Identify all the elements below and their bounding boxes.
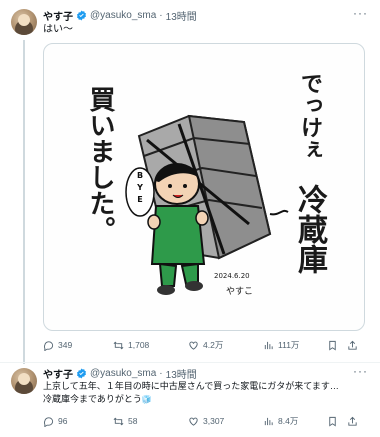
separator-dot: · [159,10,163,21]
bubble-letter-3: E [137,195,142,204]
tweet-text-line-2: 冷蔵庫今までありがとう🧊 [43,393,373,406]
view-count: 111万 [278,340,300,350]
repost-icon [113,417,124,425]
timestamp[interactable]: 13時間 [166,8,197,23]
tweet-text: 上京して五年、１年目の時に中古屋さんで買った家電にガタが来てます… 冷蔵庫今まで… [43,380,373,406]
bookmark-button[interactable] [327,416,338,427]
author-name[interactable]: やす子 [43,366,73,381]
verified-badge-icon [76,10,87,21]
timestamp[interactable]: 13時間 [166,366,197,381]
bubble-letter-2: Y [136,183,143,192]
reply-count: 349 [58,340,73,350]
signature-name: やすこ [226,287,254,297]
ice-emoji-icon: 🧊 [141,395,152,404]
caption-right-1: でっけぇ [297,72,322,160]
like-button[interactable]: 4.2万 [188,339,223,351]
bookmark-icon [329,340,336,350]
more-options-icon[interactable]: ··· [353,364,368,378]
more-options-icon[interactable]: ··· [353,6,368,20]
reply-icon [44,416,54,427]
tweet-image[interactable]: B Y E 買いました。 でっけぇ 冷蔵庫 2024.6.20 やすこ [43,43,365,331]
like-count: 4.2万 [203,340,224,350]
share-icon [348,340,357,350]
reply-count: 96 [58,416,68,426]
like-count: 3,307 [203,416,225,426]
tweet-text-line-1: 上京して五年、１年目の時に中古屋さんで買った家電にガタが来てます… [43,381,339,391]
share-button[interactable] [347,416,358,427]
person-drawing [147,163,209,295]
views-button[interactable]: 111万 [263,339,299,351]
reply-icon [44,340,54,351]
repost-button[interactable]: 1,708 [113,340,149,351]
thread-line [23,40,25,364]
reply-button[interactable]: 349 [43,340,72,351]
repost-button[interactable]: 58 [113,416,137,427]
signature-date: 2024.6.20 [214,272,250,280]
tweet-actions: 96 58 3,307 8.4万 [43,414,363,428]
author-handle[interactable]: @yasuko_sma [90,368,156,379]
heart-icon [189,341,198,350]
tweet-text-line-2-text: 冷蔵庫今までありがとう [43,394,142,404]
repost-icon [113,341,124,349]
views-button[interactable]: 8.4万 [263,415,298,427]
author-handle[interactable]: @yasuko_sma [90,10,156,21]
avatar[interactable] [11,9,37,35]
bookmark-button[interactable] [327,340,338,351]
like-button[interactable]: 3,307 [188,416,224,427]
view-count: 8.4万 [278,416,299,426]
tweet-header: やす子 @yasuko_sma · 13時間 [43,366,197,381]
repost-count: 1,708 [128,340,150,350]
views-icon [264,417,273,425]
heart-icon [189,417,198,426]
bubble-letter-1: B [137,171,143,180]
verified-badge-icon [76,368,87,379]
bookmark-icon [329,416,336,426]
caption-left: 買いました。 [85,86,115,242]
author-name[interactable]: やす子 [43,8,73,23]
share-button[interactable] [347,340,358,351]
tweet-actions: 349 1,708 4.2万 111万 [43,338,363,352]
tweet-header: やす子 @yasuko_sma · 13時間 [43,8,197,23]
views-icon [264,341,273,349]
tweet-1[interactable]: やす子 @yasuko_sma · 13時間 ··· はい〜 B Y E 買いま… [0,0,380,364]
reply-button[interactable]: 96 [43,416,67,427]
separator-dot: · [159,368,163,379]
tweet-text: はい〜 [43,24,73,35]
tweet-2[interactable]: やす子 @yasuko_sma · 13時間 ··· 上京して五年、１年目の時に… [0,362,380,437]
avatar[interactable] [11,368,37,394]
share-icon [348,416,357,426]
repost-count: 58 [128,416,138,426]
caption-right-2: 冷蔵庫 [292,184,327,274]
